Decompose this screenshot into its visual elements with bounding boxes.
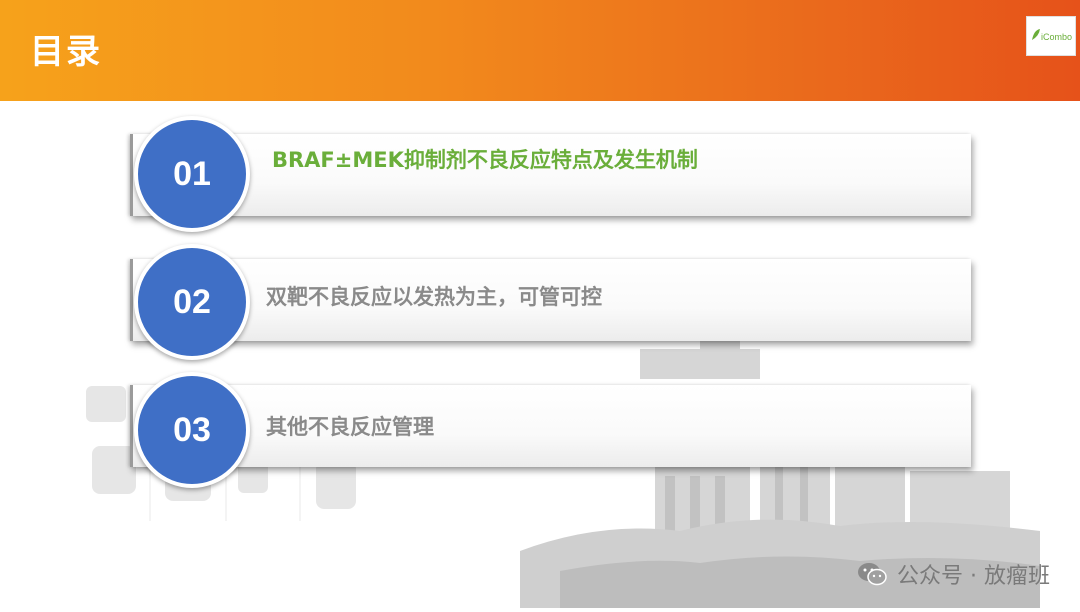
brand-logo: iCombo [1026,16,1076,56]
wechat-watermark: 公众号 · 放瘤班 [857,558,1050,590]
agenda-bar [130,385,971,467]
header-bar: 目录 iCombo [0,0,1080,101]
agenda-label: 其他不良反应管理 [266,415,434,439]
page-title: 目录 [30,32,102,72]
number-badge: 02 [134,244,250,360]
svg-text:iCombo: iCombo [1041,32,1072,42]
wechat-icon [858,563,887,586]
agenda-label: BRAF±MEK抑制剂不良反应特点及发生机制 [272,148,698,172]
agenda-label: 双靶不良反应以发热为主，可管可控 [266,285,602,309]
number-badge: 03 [134,372,250,488]
watermark-text: 公众号 · 放瘤班 [897,564,1050,589]
number-badge: 01 [134,116,250,232]
agenda-item-3[interactable] [130,385,971,467]
